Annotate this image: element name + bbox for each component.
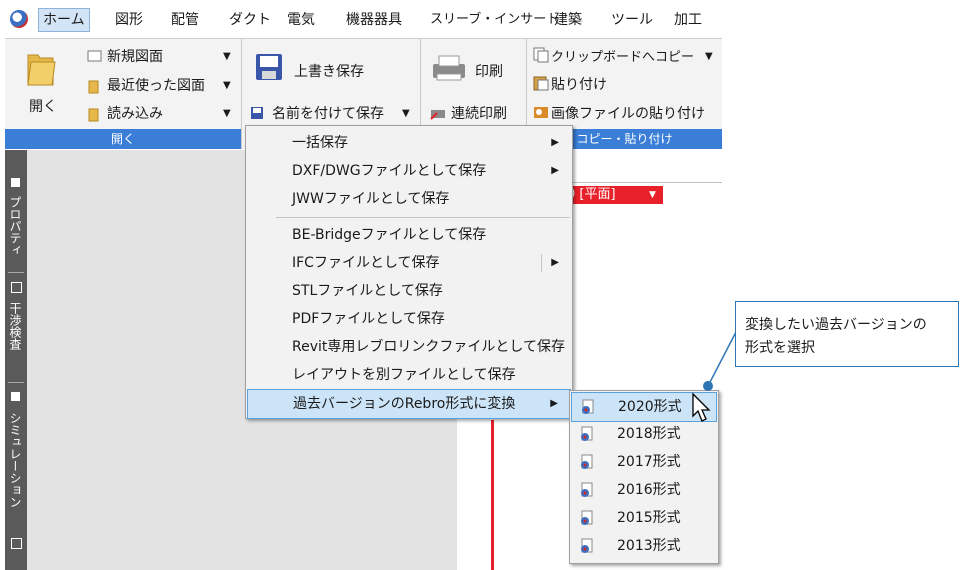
open-group: 開く 新規図面 ▼ 最近使った図面 ▼ 読み込み ▼ 開く	[5, 39, 242, 149]
app-logo-icon[interactable]	[10, 10, 28, 28]
save-as-dropdown-icon[interactable]: ▼	[402, 108, 410, 119]
view-tab-label: 0 [平面]	[567, 187, 616, 202]
menu-item-be-bridge[interactable]: BE-Bridgeファイルとして保存	[247, 221, 571, 249]
properties-panel-tab[interactable]: プロパティ	[7, 196, 24, 256]
print-group: 印刷 連続印刷	[421, 39, 527, 125]
paste-button[interactable]: 貼り付け	[551, 74, 607, 94]
simulation-panel-tab[interactable]: シミュレーション	[7, 412, 24, 508]
recent-drawings-icon	[88, 80, 99, 94]
recent-drawings-button[interactable]: 最近使った図面	[107, 75, 205, 95]
submenu-arrow-icon: ▶	[551, 165, 559, 176]
properties-panel-icon	[11, 178, 20, 187]
save-disk-icon[interactable]	[254, 52, 284, 82]
copy-to-clipboard-button[interactable]: クリップボードへコピー	[551, 46, 694, 65]
tab-duct[interactable]: ダクト	[225, 9, 275, 31]
interference-check-tab[interactable]: 干渉検査	[7, 302, 24, 350]
paste-image-icon	[534, 107, 548, 118]
open-button[interactable]: 開く	[29, 96, 57, 116]
print-button[interactable]: 印刷	[475, 61, 503, 81]
side-panel-strip: プロパティ 干渉検査 シミュレーション	[5, 150, 27, 570]
callout-line-1: 変換したい過去バージョンの	[745, 317, 927, 333]
tab-piping[interactable]: 配管	[167, 9, 203, 31]
split-divider	[541, 254, 542, 272]
interference-check-icon	[11, 282, 22, 293]
tab-equipment[interactable]: 機器器具	[342, 9, 406, 31]
new-drawing-button[interactable]: 新規図面	[107, 46, 163, 66]
menu-item-bulk-save[interactable]: 一括保存 ▶	[247, 129, 571, 157]
continuous-print-button[interactable]: 連続印刷	[451, 103, 507, 123]
printer-icon[interactable]	[429, 54, 469, 82]
more-panel-icon	[11, 538, 22, 549]
tab-architecture[interactable]: 建築	[550, 9, 586, 31]
menu-item-pdf[interactable]: PDFファイルとして保存	[247, 305, 571, 333]
rebro-file-icon	[581, 454, 593, 469]
tab-electric[interactable]: 電気	[283, 9, 319, 31]
paste-icon	[533, 76, 549, 91]
callout-line-2: 形式を選択	[745, 340, 815, 356]
tab-home[interactable]: ホーム	[38, 8, 90, 32]
submenu-arrow-icon[interactable]: ▶	[551, 249, 559, 277]
new-drawing-icon	[87, 50, 102, 62]
menu-separator	[276, 217, 570, 218]
import-dropdown-icon[interactable]: ▼	[223, 108, 231, 119]
simulation-panel-icon	[11, 392, 20, 401]
version-item-2016[interactable]: 2016形式	[571, 476, 717, 504]
panel-divider	[8, 272, 24, 273]
new-drawing-dropdown-icon[interactable]: ▼	[223, 51, 231, 62]
rebro-file-icon	[582, 399, 594, 414]
version-item-2013[interactable]: 2013形式	[571, 532, 717, 560]
tab-sleeve-insert[interactable]: スリーブ・インサート	[426, 9, 563, 31]
paste-image-button[interactable]: 画像ファイルの貼り付け	[551, 103, 705, 123]
panel-divider	[8, 382, 24, 383]
copy-icon	[533, 47, 549, 63]
submenu-arrow-icon: ▶	[551, 137, 559, 148]
menu-item-layout-separate[interactable]: レイアウトを別ファイルとして保存	[247, 361, 571, 389]
copy-dropdown-icon[interactable]: ▼	[705, 51, 713, 62]
menu-item-ifc[interactable]: IFCファイルとして保存 ▶	[247, 249, 571, 277]
view-tab-plan[interactable]: 0 [平面] ▼	[567, 186, 663, 204]
rebro-file-icon	[581, 482, 593, 497]
rebro-file-icon	[581, 538, 593, 553]
recent-dropdown-icon[interactable]: ▼	[223, 80, 231, 91]
overwrite-save-button[interactable]: 上書き保存	[294, 61, 364, 81]
instruction-callout: 変換したい過去バージョンの 形式を選択	[735, 301, 959, 367]
version-item-2015[interactable]: 2015形式	[571, 504, 717, 532]
menu-item-jww[interactable]: JWWファイルとして保存	[247, 185, 571, 213]
rebro-file-icon	[581, 426, 593, 441]
version-item-2017[interactable]: 2017形式	[571, 448, 717, 476]
import-button[interactable]: 読み込み	[107, 103, 163, 123]
rebro-file-icon	[581, 510, 593, 525]
continuous-print-icon	[430, 110, 445, 120]
menu-item-stl[interactable]: STLファイルとして保存	[247, 277, 571, 305]
menu-bar: ホーム 図形 配管 ダクト 電気 機器器具 スリーブ・インサート 建築 ツール …	[0, 0, 722, 38]
tab-tools[interactable]: ツール	[607, 9, 657, 31]
menu-item-revit-link[interactable]: Revit専用レブロリンクファイルとして保存	[247, 333, 571, 361]
open-group-label: 開く	[5, 129, 241, 149]
menu-item-convert-old-version[interactable]: 過去バージョンのRebro形式に変換 ▶	[247, 389, 571, 419]
submenu-arrow-icon: ▶	[550, 398, 558, 409]
callout-leader-line	[703, 331, 737, 391]
menu-item-dxf-dwg[interactable]: DXF/DWGファイルとして保存 ▶	[247, 157, 571, 185]
save-as-menu: 一括保存 ▶ DXF/DWGファイルとして保存 ▶ JWWファイルとして保存 B…	[245, 125, 573, 419]
save-group: 上書き保存 名前を付けて保存 ▼	[242, 39, 421, 125]
import-icon	[88, 108, 99, 122]
mouse-cursor-icon	[692, 392, 711, 422]
folder-icon[interactable]	[25, 49, 57, 89]
tab-shapes[interactable]: 図形	[111, 9, 147, 31]
view-tab-dropdown-icon[interactable]: ▼	[649, 186, 656, 204]
save-as-button[interactable]: 名前を付けて保存	[272, 103, 384, 123]
drawing-red-line	[491, 420, 494, 570]
tab-processing[interactable]: 加工	[670, 9, 706, 31]
save-as-icon	[251, 107, 263, 119]
